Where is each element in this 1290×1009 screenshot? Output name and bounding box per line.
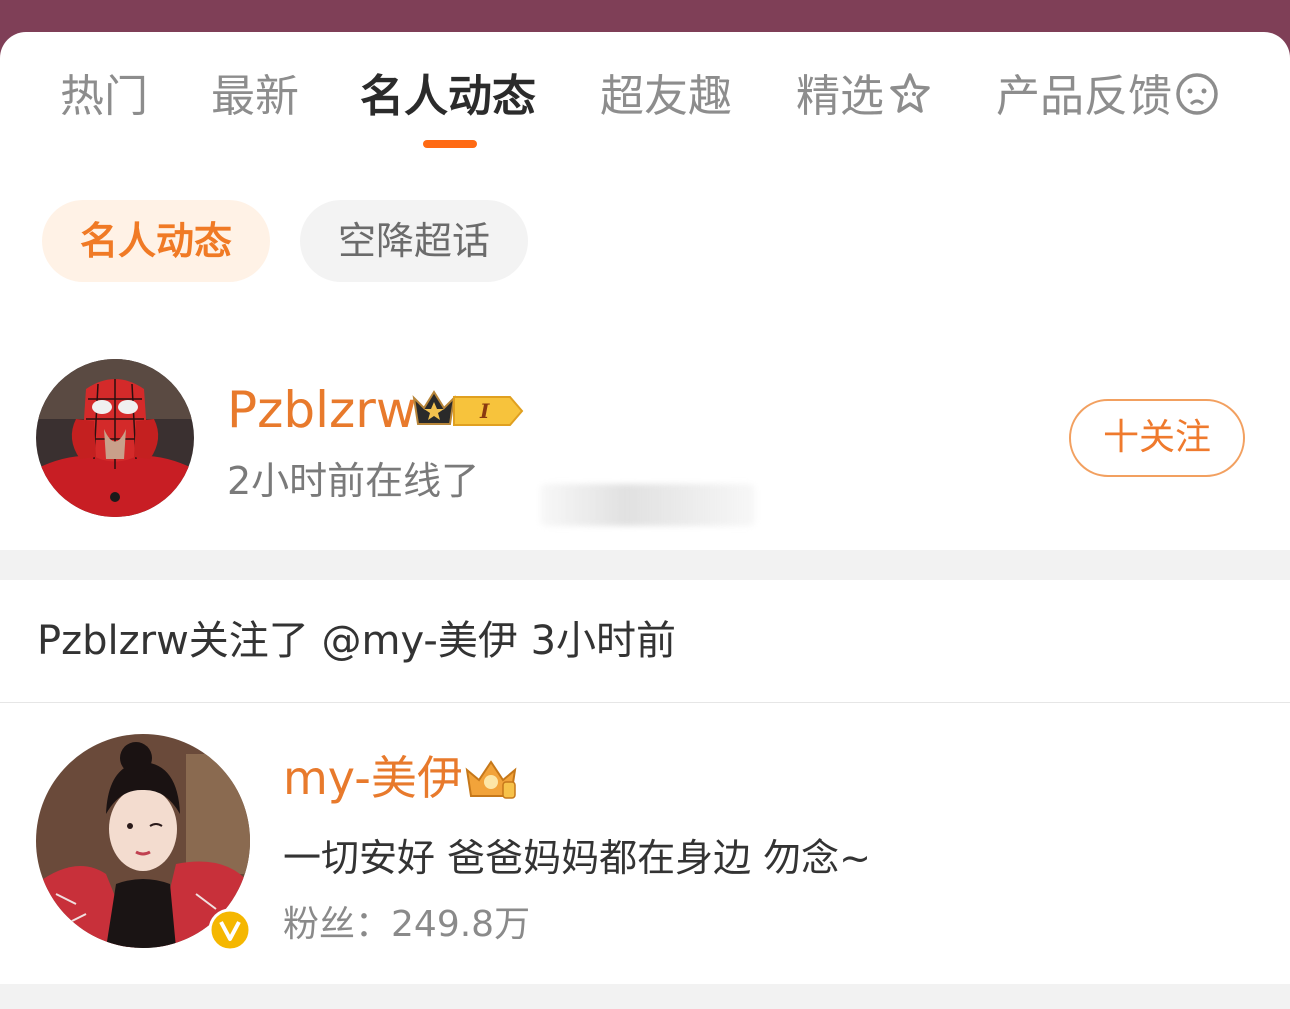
level-badge-text: I [479,399,490,423]
fans-count: 249.8万 [391,904,531,945]
tab-hot[interactable]: 热门 [60,70,148,124]
tab-product-feedback[interactable]: 产品反馈 [996,70,1220,130]
chip-celebrity-updates[interactable]: 名人动态 [42,200,270,282]
tab-celebrity-updates[interactable]: 名人动态 [360,70,536,124]
user2-name[interactable]: my-美伊 [283,750,463,806]
divider-line [0,702,1290,703]
user1-name[interactable]: Pzblzrw [227,380,417,440]
section-divider [0,550,1290,580]
tab-latest[interactable]: 最新 [211,70,299,124]
tab-featured-label: 精选 [796,71,884,122]
top-tab-bar: 热门 最新 名人动态 超友趣 精选 产品反馈 [0,32,1290,172]
spiderman-avatar[interactable] [36,359,194,517]
user1-online-status: 2小时前在线了 [227,459,480,503]
v-verified-icon [208,908,252,956]
activity-line: Pzblzrw关注了 @my-美伊 3小时前 [37,618,677,664]
crown-icon [410,388,458,432]
active-tab-indicator [423,140,477,148]
user2-fans: 粉丝：249.8万 [283,902,530,948]
feed-sheet: 热门 最新 名人动态 超友趣 精选 产品反馈 名人动态 空降超话 Pzblzrw… [0,32,1290,1009]
tab-feedback-label: 产品反馈 [996,71,1172,122]
section-divider-bottom [0,984,1290,1009]
follow-button[interactable]: 十关注 [1069,399,1245,477]
blurred-region [540,484,755,526]
crown-badge-icon [463,758,519,806]
tab-super-fun[interactable]: 超友趣 [600,70,732,124]
level-badge-icon: I [452,394,524,432]
sad-face-icon [1174,71,1220,130]
tab-featured[interactable]: 精选 [796,70,934,130]
user2-bio: 一切安好 爸爸妈妈都在身边 勿念~ [283,836,871,880]
star-face-icon [886,71,934,130]
fans-label: 粉丝： [283,904,392,945]
chip-airdrop-super-topic[interactable]: 空降超话 [300,200,528,282]
